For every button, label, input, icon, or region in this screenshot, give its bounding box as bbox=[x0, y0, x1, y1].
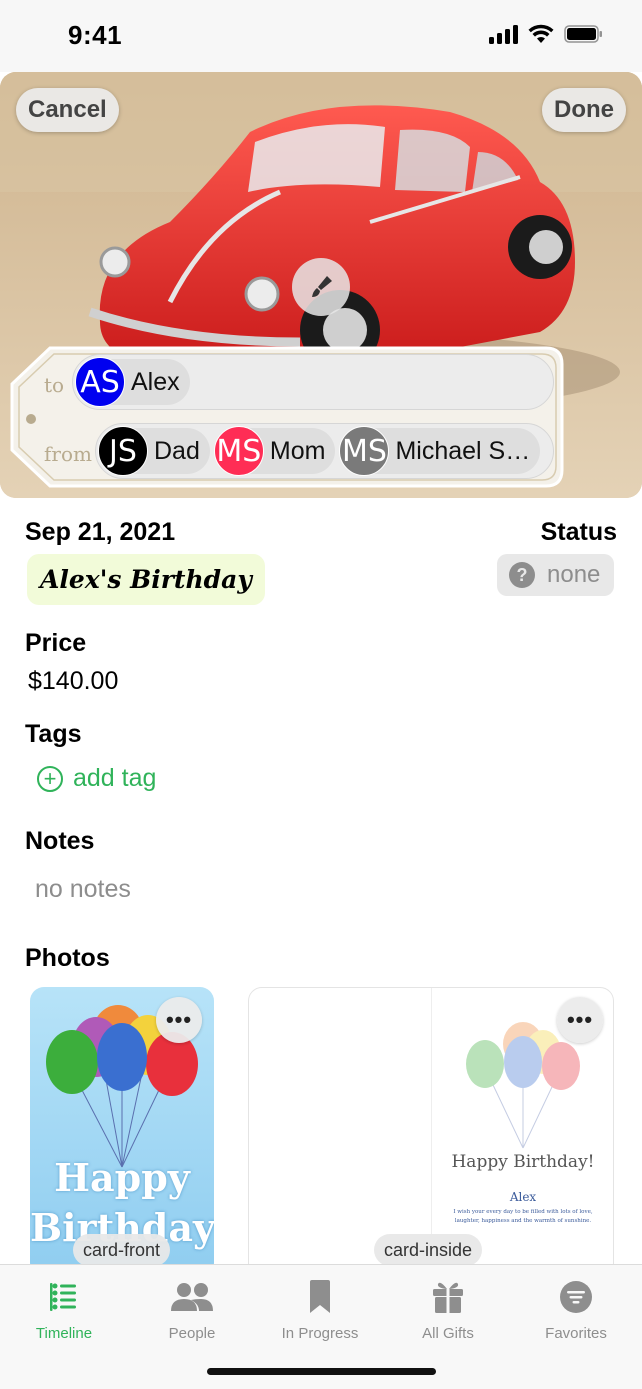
avatar: MS bbox=[213, 426, 264, 476]
recipient-name: Alex bbox=[131, 367, 180, 396]
giver-chip[interactable]: MS Michael S… bbox=[339, 426, 541, 476]
people-icon bbox=[171, 1283, 213, 1311]
photo-caption: card-front bbox=[73, 1234, 171, 1266]
notes-value[interactable]: no notes bbox=[35, 875, 131, 904]
tab-label: Timeline bbox=[35, 1325, 93, 1342]
done-button[interactable]: Done bbox=[542, 88, 626, 132]
giver-row[interactable]: JS Dad MS Mom MS Michael S… bbox=[95, 423, 554, 479]
status-icons bbox=[489, 24, 604, 44]
tab-in-progress[interactable]: In Progress bbox=[256, 1279, 384, 1342]
card-front-text-line1: Happy bbox=[54, 1155, 190, 1200]
giver-name: Mom bbox=[269, 436, 326, 465]
giver-chip[interactable]: MS Mom bbox=[213, 426, 336, 476]
avatar: AS bbox=[75, 357, 125, 407]
giver-name: Michael S… bbox=[395, 436, 531, 465]
question-mark-icon: ? bbox=[509, 562, 535, 588]
price-value[interactable]: $140.00 bbox=[28, 667, 118, 696]
gift-date[interactable]: Sep 21, 2021 bbox=[25, 518, 175, 547]
card-inside-message-line2: laughter, happiness and the warmth of su… bbox=[454, 1218, 592, 1224]
tab-label: People bbox=[168, 1325, 216, 1342]
card-inside-name: Alex bbox=[509, 1190, 537, 1204]
tab-favorites[interactable]: Favorites bbox=[512, 1279, 640, 1342]
card-inside-greeting: Happy Birthday! bbox=[451, 1152, 595, 1172]
photo-caption: card-inside bbox=[374, 1234, 483, 1266]
avatar: MS bbox=[339, 426, 390, 476]
edit-photo-button[interactable] bbox=[292, 258, 350, 316]
price-heading: Price bbox=[25, 629, 87, 657]
status-time: 9:41 bbox=[68, 20, 123, 50]
tab-label: In Progress bbox=[281, 1325, 359, 1342]
status-bar: 9:41 bbox=[0, 0, 642, 72]
occasion-badge[interactable]: Alex's Birthday bbox=[27, 554, 265, 605]
giver-name: Dad bbox=[154, 436, 200, 465]
giver-chip[interactable]: JS Dad bbox=[98, 426, 210, 476]
status-value: none bbox=[547, 561, 601, 588]
paintbrush-icon bbox=[312, 276, 332, 297]
card-inside-message-line1: I wish your every day to be filled with … bbox=[453, 1209, 593, 1215]
cellular-signal-icon bbox=[489, 24, 518, 44]
tag-to-label: to bbox=[44, 373, 65, 397]
timeline-icon bbox=[50, 1283, 76, 1311]
home-indicator[interactable] bbox=[207, 1368, 436, 1375]
tab-label: All Gifts bbox=[422, 1325, 474, 1342]
gift-photo-header[interactable]: Cancel Done to from AS Alex JS Dad MS Mo… bbox=[0, 72, 642, 498]
avatar: JS bbox=[98, 426, 148, 476]
tag-hole bbox=[26, 414, 36, 424]
plus-circle-icon: + bbox=[37, 765, 63, 792]
add-tag-label: add tag bbox=[73, 764, 157, 792]
status-selector[interactable]: ? none bbox=[497, 554, 614, 596]
photos-heading: Photos bbox=[25, 944, 110, 972]
tab-timeline[interactable]: Timeline bbox=[0, 1279, 128, 1342]
notes-heading: Notes bbox=[25, 827, 95, 855]
bookmark-icon bbox=[310, 1280, 330, 1313]
photo-options-button[interactable]: ••• bbox=[156, 997, 202, 1043]
card-inside-message: I wish your every day to be filled with … bbox=[439, 1208, 607, 1226]
tab-people[interactable]: People bbox=[128, 1279, 256, 1342]
tab-label: Favorites bbox=[545, 1325, 607, 1342]
wifi-icon bbox=[528, 24, 554, 43]
gift-icon bbox=[433, 1282, 463, 1313]
add-tag-button[interactable]: + add tag bbox=[37, 764, 156, 793]
favorites-icon bbox=[560, 1281, 592, 1313]
cancel-button[interactable]: Cancel bbox=[16, 88, 119, 132]
status-heading: Status bbox=[540, 518, 617, 546]
tag-from-label: from bbox=[44, 442, 92, 466]
recipient-chip[interactable]: AS Alex bbox=[75, 357, 190, 407]
gift-tag: to from AS Alex JS Dad MS Mom MS Michael… bbox=[10, 346, 564, 488]
photo-options-button[interactable]: ••• bbox=[557, 997, 603, 1043]
recipient-row[interactable]: AS Alex bbox=[72, 354, 554, 410]
battery-icon bbox=[564, 25, 602, 43]
tab-all-gifts[interactable]: All Gifts bbox=[384, 1279, 512, 1342]
tags-heading: Tags bbox=[25, 720, 82, 748]
